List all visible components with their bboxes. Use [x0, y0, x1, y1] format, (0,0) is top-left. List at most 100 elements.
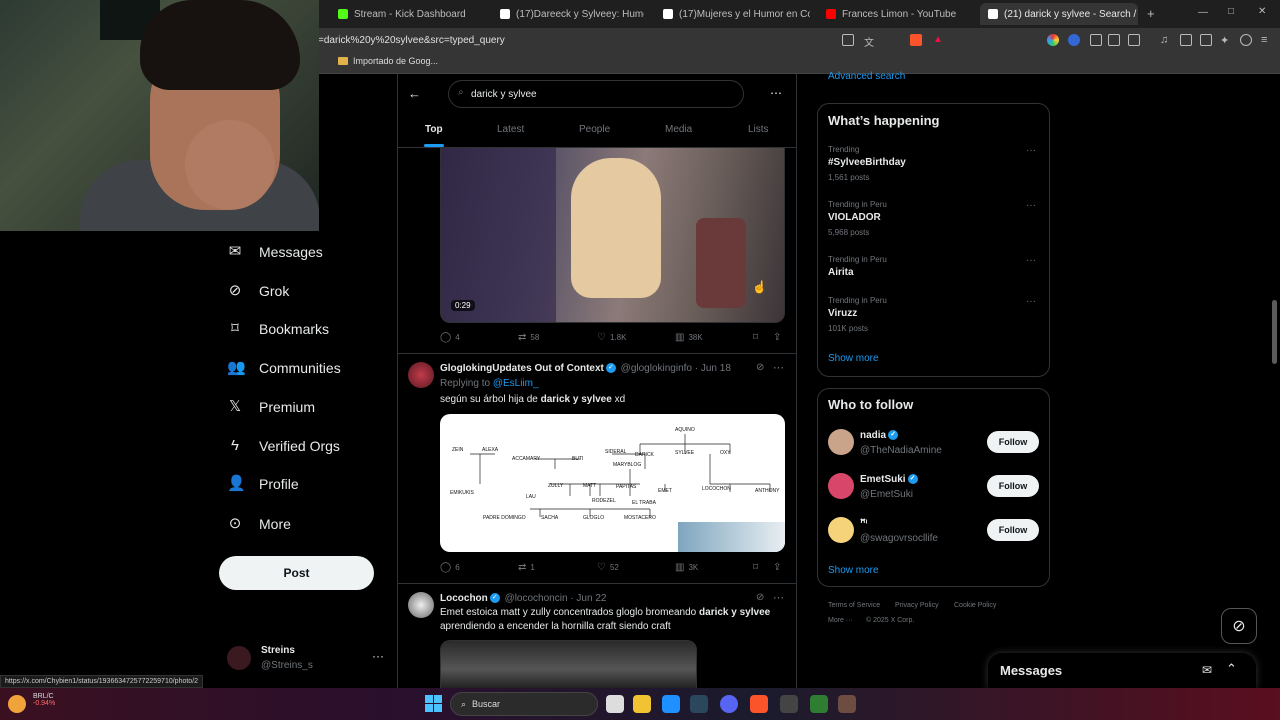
- menu-icon[interactable]: ≡: [1261, 34, 1273, 46]
- family-tree-image[interactable]: AQUINO ZEIN ALEXA SIDERAL DARICK SYLVEE …: [440, 414, 785, 552]
- file-explorer-icon[interactable]: [633, 695, 651, 713]
- tab-latest[interactable]: Latest: [497, 124, 524, 135]
- show-more-link[interactable]: Show more: [828, 565, 879, 576]
- minimize-icon[interactable]: —: [1198, 7, 1208, 18]
- new-tab-icon[interactable]: +: [1147, 6, 1155, 21]
- views-button[interactable]: ▥ 3K: [675, 562, 698, 573]
- puzzle-icon[interactable]: [1108, 34, 1120, 46]
- footer-link[interactable]: More ···: [828, 617, 853, 624]
- follow-name[interactable]: EmetSuki ✓: [860, 474, 920, 485]
- like-button[interactable]: ♡ 52: [597, 562, 619, 573]
- avatar[interactable]: [828, 517, 854, 543]
- tweet-video[interactable]: 0:29: [440, 148, 785, 323]
- discord-icon[interactable]: [720, 695, 738, 713]
- maximize-icon[interactable]: □: [1228, 6, 1234, 17]
- leo-ai-icon[interactable]: ✦: [1220, 34, 1232, 47]
- nav-item-verified-orgs[interactable]: ϟ Verified Orgs: [227, 433, 340, 459]
- reply-button[interactable]: ◯ 4: [440, 332, 460, 343]
- like-button[interactable]: ♡ 1.8K: [597, 332, 626, 343]
- trend-name[interactable]: Viruzz: [828, 308, 857, 319]
- search-input[interactable]: ⌕ darick y sylvee: [448, 80, 744, 108]
- tweet-image[interactable]: [440, 640, 697, 688]
- mention-link[interactable]: @EsLiim_: [493, 378, 539, 389]
- more-icon[interactable]: ⋯: [773, 361, 784, 374]
- more-icon[interactable]: ⋯: [770, 86, 782, 100]
- browser-tab[interactable]: Frances Limon - YouTube: [818, 3, 968, 25]
- browser-tab[interactable]: (17)Mujeres y el Humor en Comenta: [655, 3, 810, 25]
- nav-item-profile[interactable]: 👤 Profile: [227, 471, 299, 497]
- task-view-icon[interactable]: [606, 695, 624, 713]
- follow-button[interactable]: Follow: [987, 475, 1039, 497]
- repost-button[interactable]: ⇄ 58: [518, 332, 539, 343]
- tab-people[interactable]: People: [579, 124, 610, 135]
- more-icon[interactable]: ···: [1026, 200, 1036, 211]
- follow-button[interactable]: Follow: [987, 519, 1039, 541]
- extension-icon[interactable]: [1090, 34, 1102, 46]
- grok-icon[interactable]: ⊘: [756, 592, 764, 603]
- browser-tab[interactable]: (17)Dareeck y Sylveey: Humor en T: [492, 3, 644, 25]
- back-arrow-icon[interactable]: ←: [408, 86, 421, 101]
- translate-icon[interactable]: 文: [864, 34, 876, 49]
- extension-icon[interactable]: [1128, 34, 1140, 46]
- bookmark-button[interactable]: ⌑: [753, 332, 758, 343]
- nav-item-premium[interactable]: 𝕏 Premium: [227, 394, 315, 420]
- more-icon[interactable]: ···: [372, 649, 384, 663]
- author-handle[interactable]: @locochoncin: [505, 593, 568, 604]
- app-icon[interactable]: [838, 695, 856, 713]
- windows-start-button[interactable]: [425, 695, 442, 712]
- advanced-search-link[interactable]: Advanced search: [828, 71, 905, 82]
- avatar[interactable]: [408, 362, 434, 388]
- bookmark-folder[interactable]: Importado de Goog...: [338, 56, 438, 66]
- tweet-date[interactable]: · Jun 22: [570, 593, 606, 604]
- reply-button[interactable]: ◯ 6: [440, 562, 460, 573]
- views-button[interactable]: ▥ 38K: [675, 332, 703, 343]
- show-more-link[interactable]: Show more: [828, 353, 879, 364]
- tab-top[interactable]: Top: [425, 124, 443, 135]
- extension-icon[interactable]: [1068, 34, 1080, 46]
- window-close-icon[interactable]: ✕: [1258, 6, 1266, 17]
- follow-handle[interactable]: @swagovrsocllife: [860, 533, 938, 544]
- nav-item-messages[interactable]: ✉ Messages: [227, 239, 323, 265]
- scrollbar[interactable]: [1272, 300, 1277, 364]
- extension-icon[interactable]: [1047, 34, 1059, 46]
- share-button[interactable]: ⇪: [773, 562, 781, 573]
- sidebar-icon[interactable]: [1180, 34, 1192, 46]
- browser-tab-active[interactable]: (21) darick y sylvee - Search / X✕: [980, 3, 1138, 25]
- trend-name[interactable]: VIOLADOR: [828, 212, 881, 223]
- share-button[interactable]: ⇪: [773, 332, 781, 343]
- brave-shield-icon[interactable]: [910, 34, 922, 46]
- follow-name[interactable]: nadia ✓: [860, 430, 900, 441]
- vpn-icon[interactable]: [1240, 34, 1252, 46]
- wallet-icon[interactable]: [1200, 34, 1212, 46]
- cast-icon[interactable]: [842, 34, 854, 46]
- avatar[interactable]: [408, 592, 434, 618]
- more-icon[interactable]: ⋯: [773, 591, 784, 604]
- compose-message-icon[interactable]: ✉: [1202, 663, 1212, 677]
- tab-lists[interactable]: Lists: [748, 124, 769, 135]
- steam-icon[interactable]: [690, 695, 708, 713]
- more-icon[interactable]: ···: [1026, 255, 1036, 266]
- author-name[interactable]: GlogIokingUpdates Out of Context: [440, 363, 604, 374]
- ticker-widget[interactable]: BRL/C -0.94%: [33, 693, 55, 707]
- bookmark-button[interactable]: ⌑: [753, 562, 758, 573]
- messages-drawer[interactable]: Messages ✉ ⌃: [988, 653, 1256, 689]
- author-handle[interactable]: @gloglokinginfo: [621, 363, 692, 374]
- brave-icon[interactable]: [750, 695, 768, 713]
- expand-icon[interactable]: ⌃: [1226, 661, 1237, 677]
- grok-button[interactable]: ⊘: [1221, 608, 1257, 644]
- trend-name[interactable]: Airita: [828, 267, 854, 278]
- brave-rewards-icon[interactable]: ▲: [933, 34, 945, 46]
- follow-name[interactable]: ꟸᶦ: [860, 518, 867, 529]
- grok-icon[interactable]: ⊘: [756, 362, 764, 373]
- app-icon[interactable]: [810, 695, 828, 713]
- avatar[interactable]: [828, 473, 854, 499]
- more-icon[interactable]: ···: [1026, 145, 1036, 156]
- media-icon[interactable]: ♫: [1160, 34, 1172, 46]
- footer-link[interactable]: Cookie Policy: [954, 602, 996, 609]
- trend-name[interactable]: #SylveeBirthday: [828, 157, 906, 168]
- nav-item-grok[interactable]: ⊘ Grok: [227, 278, 290, 304]
- footer-link[interactable]: Terms of Service: [828, 602, 880, 609]
- nav-item-communities[interactable]: 👥 Communities: [227, 355, 341, 381]
- taskbar-search[interactable]: ⌕ Buscar: [450, 692, 598, 716]
- tweet-date[interactable]: · Jun 18: [695, 363, 731, 374]
